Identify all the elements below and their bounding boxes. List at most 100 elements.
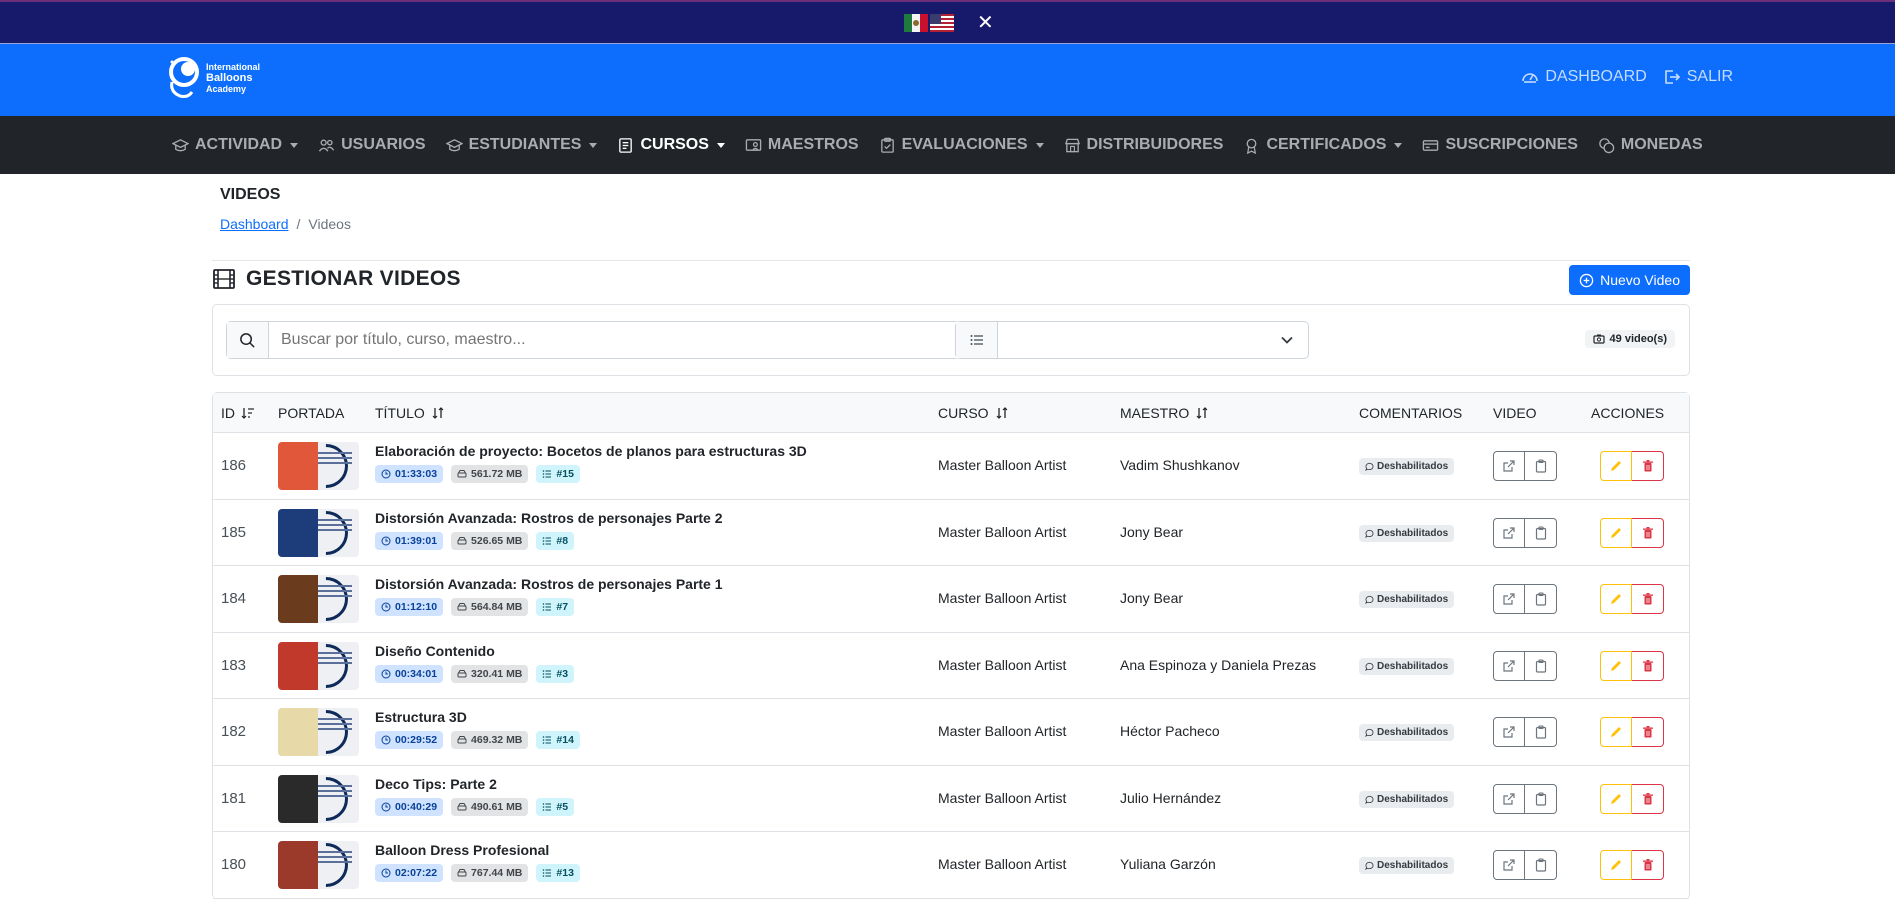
sort-arrows-icon [1196, 407, 1208, 419]
hdd-icon [457, 802, 467, 810]
new-video-button[interactable]: Nuevo Video [1569, 265, 1690, 295]
copy-video-link-button[interactable] [1525, 717, 1557, 747]
chat-icon [1365, 462, 1374, 471]
mexico-flag-icon[interactable] [904, 14, 928, 32]
table-row[interactable]: 181 Deco Tips: Parte 2 00:40:29 490.61 M… [213, 766, 1689, 832]
video-course: Master Balloon Artist [938, 856, 1067, 872]
row-actions [1600, 850, 1664, 880]
open-video-button[interactable] [1493, 517, 1525, 548]
order-badge: #3 [536, 664, 575, 683]
coins-icon [1599, 137, 1615, 153]
logout-link[interactable]: SALIR [1663, 68, 1733, 86]
delete-video-button[interactable] [1632, 783, 1664, 814]
copy-video-link-button[interactable] [1525, 584, 1557, 614]
language-flags [904, 14, 954, 32]
open-video-button[interactable] [1493, 783, 1525, 814]
copy-video-link-button[interactable] [1525, 451, 1557, 481]
table-row[interactable]: 180 Balloon Dress Profesional 02:07:22 7… [213, 832, 1689, 899]
size-badge: 469.32 MB [451, 731, 529, 749]
academy-logo[interactable]: International Balloons Academy [166, 56, 260, 100]
table-row[interactable]: 182 Estructura 3D 00:29:52 469.32 MB #14… [213, 699, 1689, 766]
video-thumbnail[interactable] [278, 575, 359, 623]
trash-icon [1642, 593, 1653, 605]
video-thumbnail[interactable] [278, 442, 359, 490]
video-thumbnail[interactable] [278, 641, 359, 690]
video-thumbnail[interactable] [278, 841, 359, 889]
nav-item-estudiantes[interactable]: ESTUDIANTES [445, 136, 598, 154]
video-thumbnail[interactable] [278, 708, 359, 756]
course-filter-select[interactable] [998, 322, 1308, 358]
pencil-icon [1611, 527, 1621, 538]
size-value: 469.32 MB [471, 734, 523, 746]
order-badge: #13 [536, 864, 580, 882]
external-link-icon [1503, 526, 1515, 539]
edit-video-button[interactable] [1600, 517, 1632, 548]
table-header: ID PORTADA TÍTULO CURSO MAESTRO COMENTAR… [213, 393, 1689, 433]
delete-video-button[interactable] [1632, 717, 1664, 747]
nav-item-suscripciones[interactable]: SUSCRIPCIONES [1422, 136, 1578, 154]
video-id: 184 [221, 590, 247, 607]
video-thumbnail[interactable] [278, 774, 359, 823]
column-header-teacher[interactable]: MAESTRO [1120, 405, 1209, 421]
comments-badge: Deshabilitados [1359, 524, 1455, 542]
video-id: 183 [221, 656, 247, 674]
copy-video-link-button[interactable] [1525, 850, 1557, 880]
open-video-button[interactable] [1493, 584, 1525, 614]
table-row[interactable]: 183 Diseño Contenido 00:34:01 320.41 MB … [213, 633, 1689, 699]
delete-video-button[interactable] [1632, 584, 1664, 614]
column-header-id[interactable]: ID [221, 405, 255, 421]
delete-video-button[interactable] [1632, 451, 1664, 481]
clipboard-icon [1535, 725, 1546, 739]
copy-video-link-button[interactable] [1525, 517, 1557, 548]
dashboard-link[interactable]: DASHBOARD [1521, 68, 1647, 86]
usa-flag-icon[interactable] [930, 14, 954, 32]
edit-video-button[interactable] [1600, 783, 1632, 814]
search-input[interactable] [269, 322, 959, 358]
chat-icon [1365, 795, 1374, 804]
close-language-bar-button[interactable]: ✕ [977, 10, 994, 35]
nav-item-monedas[interactable]: MONEDAS [1598, 136, 1703, 154]
video-teacher: Jony Bear [1120, 590, 1184, 606]
nav-item-distribuidores[interactable]: DISTRIBUIDORES [1064, 136, 1223, 154]
thumbnail-text-lines [318, 851, 352, 866]
nav-item-cursos[interactable]: CURSOS [617, 136, 725, 154]
video-title: Diseño Contenido [375, 642, 495, 659]
edit-video-button[interactable] [1600, 717, 1632, 747]
hdd-icon [457, 869, 467, 877]
column-header-cover-label: PORTADA [278, 405, 345, 421]
column-header-title[interactable]: TÍTULO [375, 405, 445, 421]
edit-video-button[interactable] [1600, 850, 1632, 880]
list-ol-icon [543, 802, 552, 811]
video-thumbnail[interactable] [278, 508, 359, 557]
delete-video-button[interactable] [1632, 650, 1664, 681]
delete-video-button[interactable] [1632, 850, 1664, 880]
size-badge: 526.65 MB [451, 531, 529, 550]
edit-video-button[interactable] [1600, 451, 1632, 481]
nav-item-usuarios[interactable]: USUARIOS [318, 136, 426, 154]
table-row[interactable]: 185 Distorsión Avanzada: Rostros de pers… [213, 500, 1689, 566]
thumbnail-text-lines [318, 585, 352, 600]
copy-video-link-button[interactable] [1525, 650, 1557, 681]
dashboard-link-label: DASHBOARD [1545, 68, 1647, 85]
open-video-button[interactable] [1493, 717, 1525, 747]
open-video-button[interactable] [1493, 850, 1525, 880]
nav-item-certificados[interactable]: CERTIFICADOS [1243, 136, 1403, 154]
order-value: #15 [556, 468, 574, 480]
copy-video-link-button[interactable] [1525, 783, 1557, 814]
open-video-button[interactable] [1493, 650, 1525, 681]
nav-item-maestros[interactable]: MAESTROS [745, 136, 859, 154]
external-link-icon [1503, 659, 1515, 672]
nav-item-evaluaciones[interactable]: EVALUACIONES [879, 136, 1044, 154]
delete-video-button[interactable] [1632, 517, 1664, 548]
table-row[interactable]: 184 Distorsión Avanzada: Rostros de pers… [213, 566, 1689, 633]
open-video-button[interactable] [1493, 451, 1525, 481]
edit-video-button[interactable] [1600, 650, 1632, 681]
column-header-course[interactable]: CURSO [938, 405, 1009, 421]
comments-status: Deshabilitados [1359, 790, 1455, 808]
comments-value: Deshabilitados [1377, 727, 1449, 738]
edit-video-button[interactable] [1600, 584, 1632, 614]
nav-item-actividad[interactable]: ACTIVIDAD [172, 136, 299, 154]
breadcrumb-dashboard-link[interactable]: Dashboard [220, 216, 289, 232]
order-value: #8 [556, 534, 569, 547]
table-row[interactable]: 186 Elaboración de proyecto: Bocetos de … [213, 433, 1689, 500]
